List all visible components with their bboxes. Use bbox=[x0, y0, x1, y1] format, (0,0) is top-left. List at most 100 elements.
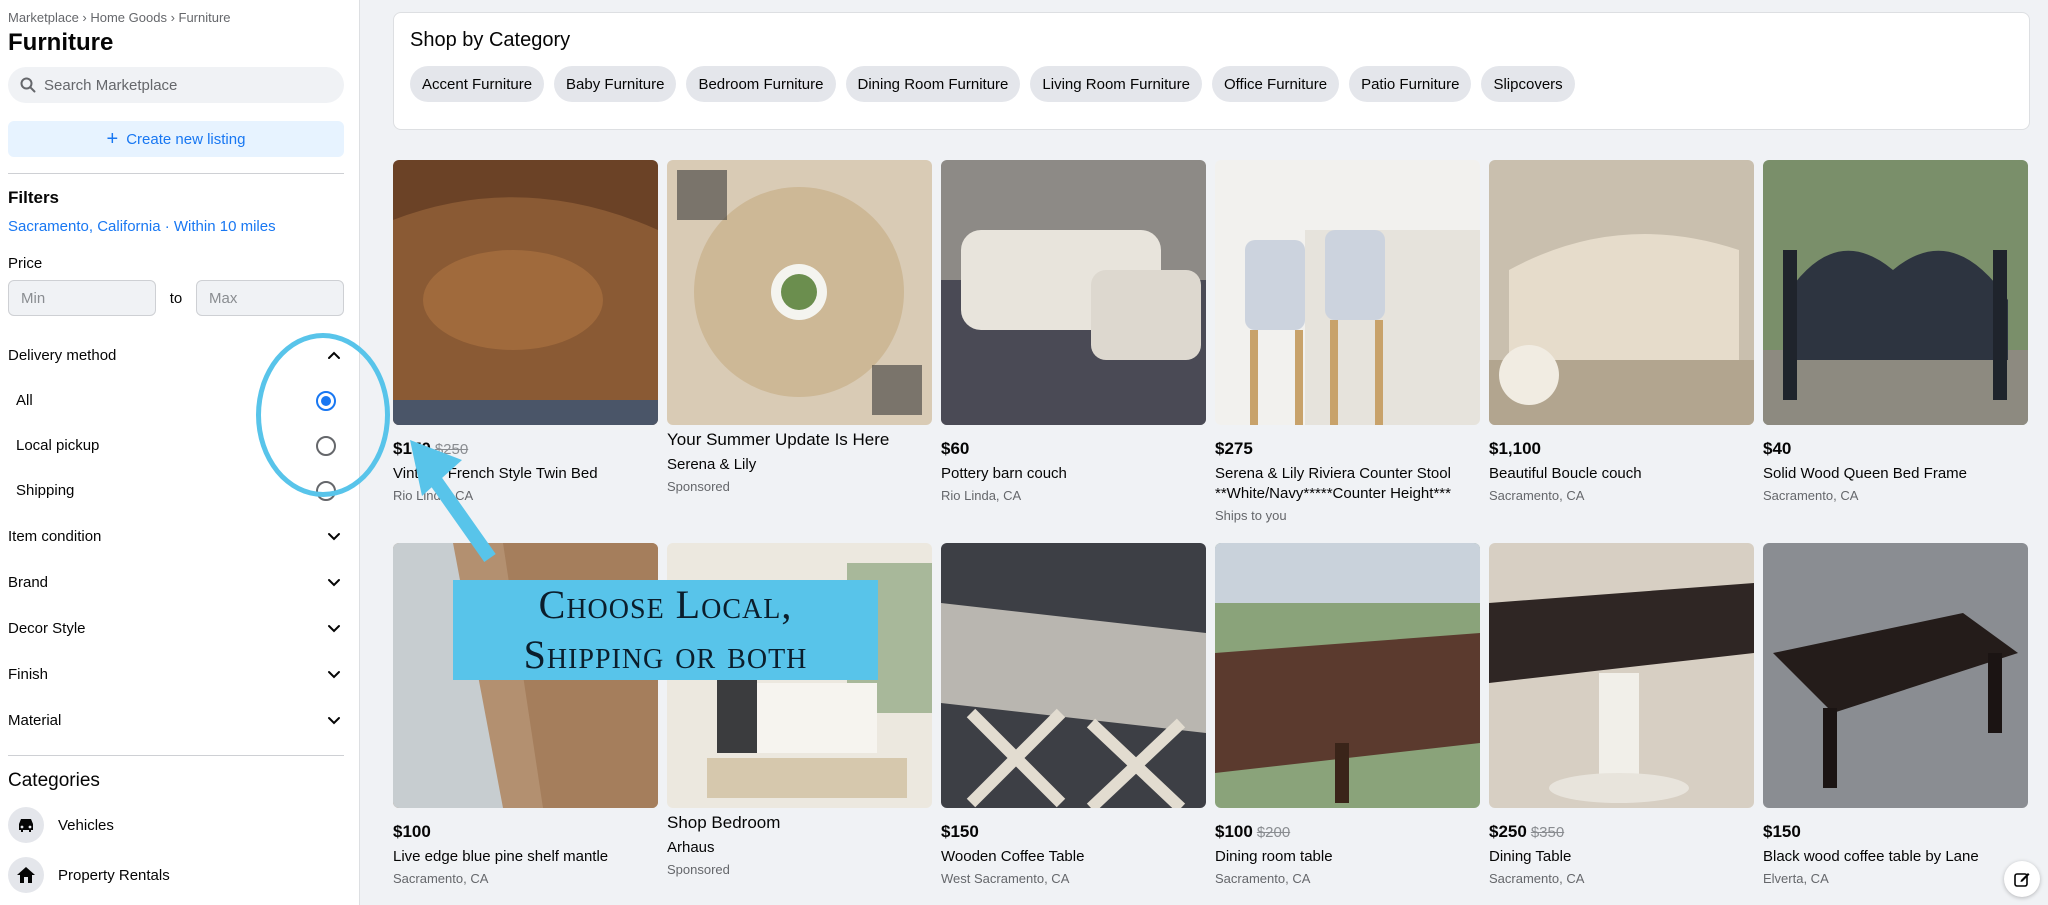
listing-title: Black wood coffee table by Lane bbox=[1763, 848, 1979, 865]
category-label: Property Rentals bbox=[58, 866, 170, 884]
price-to-label: to bbox=[169, 289, 183, 307]
filter-decor-style[interactable]: Decor Style bbox=[8, 605, 344, 651]
listing-old-price: $200 bbox=[1256, 824, 1291, 841]
filter-item-condition[interactable]: Item condition bbox=[8, 513, 344, 559]
listing-card[interactable]: $40 Solid Wood Queen Bed Frame Sacrament… bbox=[1763, 160, 2028, 503]
sponsored-headline: Your Summer Update Is Here bbox=[667, 430, 890, 449]
divider bbox=[8, 755, 344, 756]
create-listing-label: Create new listing bbox=[126, 130, 246, 148]
listing-photo[interactable] bbox=[1489, 543, 1754, 808]
listing-card[interactable]: $100 $200 Dining room table Sacramento, C… bbox=[1215, 543, 1480, 886]
location-link[interactable]: Sacramento, California · Within 10 miles bbox=[8, 218, 351, 235]
chevron-down-icon bbox=[328, 717, 340, 725]
listing-price: $150 bbox=[1763, 822, 1801, 841]
compose-button[interactable] bbox=[2004, 861, 2040, 897]
delivery-method-label: Delivery method bbox=[8, 346, 117, 364]
callout-text-line2: Shipping or both bbox=[523, 632, 808, 677]
edit-icon bbox=[2014, 873, 2030, 887]
listing-card[interactable]: $275 Serena & Lily Riviera Counter Stool… bbox=[1215, 160, 1480, 523]
car-icon bbox=[8, 807, 44, 843]
listing-title: Pottery barn couch bbox=[941, 465, 1067, 482]
category-property-rentals[interactable]: Property Rentals bbox=[8, 850, 351, 900]
listing-card[interactable]: $150 Black wood coffee table by Lane Elv… bbox=[1763, 543, 2028, 886]
create-listing-button[interactable]: + Create new listing bbox=[8, 121, 344, 157]
chip-dining-room-furniture[interactable]: Dining Room Furniture bbox=[845, 66, 1021, 102]
filter-brand[interactable]: Brand bbox=[8, 559, 344, 605]
sponsored-label: Sponsored bbox=[667, 862, 730, 877]
shop-by-category: Shop by Category Accent Furniture Baby F… bbox=[393, 12, 2030, 130]
listing-card[interactable]: $150 Wooden Coffee Table West Sacramento… bbox=[941, 543, 1206, 886]
listing-title: Dining Table bbox=[1489, 848, 1572, 865]
callout-highlight-ring bbox=[256, 333, 390, 497]
chip-accent-furniture[interactable]: Accent Furniture bbox=[410, 66, 545, 102]
categories-title: Categories bbox=[8, 770, 100, 791]
sponsored-label: Sponsored bbox=[667, 479, 730, 494]
filter-material[interactable]: Material bbox=[8, 697, 344, 743]
main-content: Shop by Category Accent Furniture Baby F… bbox=[360, 0, 2048, 905]
shop-title: Shop by Category bbox=[410, 29, 571, 51]
listing-location: West Sacramento, CA bbox=[941, 871, 1070, 886]
listing-photo[interactable] bbox=[1215, 160, 1480, 425]
listing-photo[interactable] bbox=[1489, 160, 1754, 425]
listing-location: Sacramento, CA bbox=[1763, 488, 1859, 503]
listing-price: $1,100 bbox=[1489, 439, 1541, 458]
listing-card[interactable]: $250 $350 Dining Table Sacramento, CA bbox=[1489, 543, 1754, 886]
delivery-option-label: All bbox=[16, 392, 33, 409]
listing-price: $60 bbox=[941, 439, 970, 458]
listing-photo[interactable] bbox=[393, 160, 658, 425]
chevron-down-icon bbox=[328, 671, 340, 679]
listing-title: Live edge blue pine shelf mantle bbox=[393, 848, 609, 865]
search-icon bbox=[20, 77, 36, 93]
sponsor-name: Arhaus bbox=[667, 839, 715, 856]
sponsored-headline: Shop Bedroom bbox=[667, 813, 781, 832]
listing-price: $250 $350 bbox=[1489, 822, 1565, 841]
listing-price: $150 bbox=[941, 822, 979, 841]
listing-photo[interactable] bbox=[941, 160, 1206, 425]
chip-office-furniture[interactable]: Office Furniture bbox=[1211, 66, 1340, 102]
chip-patio-furniture[interactable]: Patio Furniture bbox=[1349, 66, 1472, 102]
category-chips: Accent Furniture Baby Furniture Bedroom … bbox=[410, 66, 2013, 102]
breadcrumb[interactable]: Marketplace › Home Goods › Furniture bbox=[8, 10, 351, 25]
listing-card[interactable]: $60 Pottery barn couch Rio Linda, CA bbox=[941, 160, 1206, 503]
chip-bedroom-furniture[interactable]: Bedroom Furniture bbox=[686, 66, 836, 102]
listing-photo[interactable] bbox=[667, 160, 932, 425]
delivery-option-label: Shipping bbox=[16, 482, 75, 499]
listing-title: Dining room table bbox=[1215, 848, 1333, 865]
listing-price: $100 bbox=[393, 822, 431, 841]
listing-photo[interactable] bbox=[1763, 543, 2028, 808]
search-box[interactable] bbox=[8, 67, 344, 103]
sponsor-name: Serena & Lily bbox=[667, 456, 757, 473]
listing-price: $275 bbox=[1215, 439, 1253, 458]
chip-slipcovers[interactable]: Slipcovers bbox=[1481, 66, 1575, 102]
listing-old-price: $350 bbox=[1530, 824, 1565, 841]
listing-location: Sacramento, CA bbox=[1489, 871, 1585, 886]
listing-price: $100 $200 bbox=[1215, 822, 1291, 841]
page-title: Furniture bbox=[8, 29, 114, 56]
callout-text-line1: Choose Local, bbox=[538, 582, 793, 627]
listing-photo[interactable] bbox=[941, 543, 1206, 808]
sponsored-card[interactable]: Your Summer Update Is Here Serena & Lily… bbox=[667, 160, 932, 494]
price-min-input[interactable] bbox=[8, 280, 156, 316]
callout-arrow-icon bbox=[410, 440, 496, 563]
filter-finish[interactable]: Finish bbox=[8, 651, 344, 697]
filter-label: Material bbox=[8, 711, 62, 729]
category-label: Vehicles bbox=[58, 816, 114, 834]
search-input[interactable] bbox=[44, 76, 324, 94]
listing-photo[interactable] bbox=[1215, 543, 1480, 808]
house-icon bbox=[8, 857, 44, 893]
listing-title: Solid Wood Queen Bed Frame bbox=[1763, 465, 1968, 482]
category-vehicles[interactable]: Vehicles bbox=[8, 800, 351, 850]
listing-card[interactable]: $1,100 Beautiful Boucle couch Sacramento… bbox=[1489, 160, 1754, 503]
listing-location: Sacramento, CA bbox=[393, 871, 489, 886]
listing-photo[interactable] bbox=[1763, 160, 2028, 425]
listing-title: Wooden Coffee Table bbox=[941, 848, 1085, 865]
listing-location: Elverta, CA bbox=[1763, 871, 1829, 886]
chip-living-room-furniture[interactable]: Living Room Furniture bbox=[1030, 66, 1202, 102]
chip-baby-furniture[interactable]: Baby Furniture bbox=[554, 66, 677, 102]
price-max-input[interactable] bbox=[196, 280, 344, 316]
listing-location: Rio Linda, CA bbox=[941, 488, 1022, 503]
divider bbox=[8, 173, 344, 174]
filter-label: Finish bbox=[8, 665, 49, 683]
delivery-option-label: Local pickup bbox=[16, 437, 100, 454]
filter-label: Item condition bbox=[8, 527, 102, 545]
